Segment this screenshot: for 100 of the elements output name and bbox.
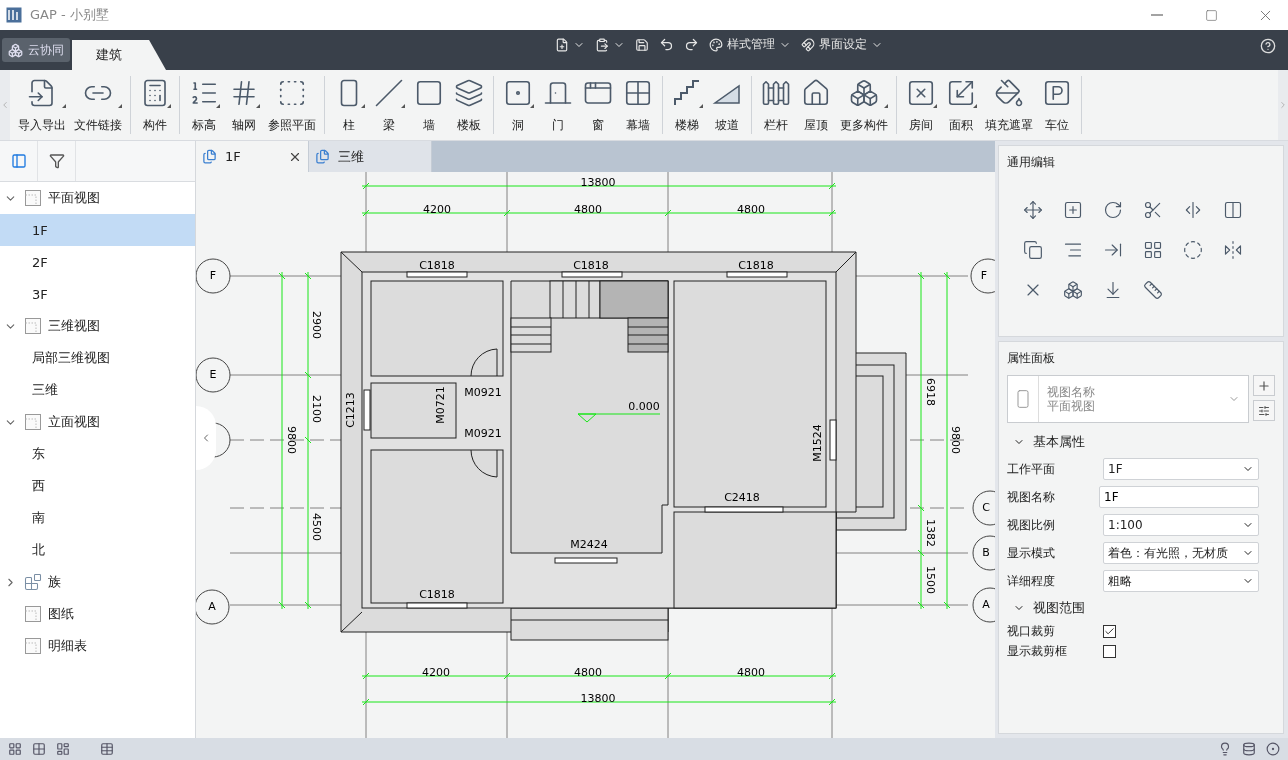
maximize-icon (1204, 8, 1218, 22)
input-field[interactable]: 1F (1099, 486, 1259, 508)
element-tag: C1818 (573, 259, 609, 272)
ribbon-tool-button[interactable]: 更多构件 (836, 76, 892, 134)
dimension-text: 4200 (423, 203, 451, 216)
select-field[interactable]: 着色：有光照，无材质 (1103, 542, 1259, 564)
save-icon (635, 37, 649, 52)
view-icon (24, 189, 42, 207)
ribbon-tool-button[interactable]: 构件 (135, 76, 175, 134)
axis-bubble (972, 587, 995, 623)
paint-bucket-icon (994, 78, 1024, 108)
tree-item[interactable]: 平面视图 (0, 182, 195, 214)
tree-item[interactable]: 图纸 (0, 598, 195, 630)
ribbon-tool-button[interactable]: 楼梯 (667, 76, 707, 134)
circle-dot-icon[interactable] (1266, 742, 1280, 756)
stairs-icon (672, 78, 702, 108)
ribbon-tool-button[interactable]: 窗 (578, 76, 618, 134)
ribbon-tool-button[interactable]: 楼板 (449, 76, 489, 134)
dimension-text: 9800 (949, 426, 962, 454)
ribbon-tab[interactable]: 建筑 (72, 40, 166, 70)
ribbon-tool-button[interactable]: 门 (538, 76, 578, 134)
sliders-icon (1258, 404, 1270, 417)
dimension-text: 4200 (422, 666, 450, 679)
select-field[interactable]: 1F (1103, 458, 1259, 480)
tree-item[interactable]: 三维 (0, 374, 195, 406)
settings-button[interactable] (1253, 400, 1275, 421)
dimension-text: 4800 (574, 203, 602, 216)
tree-item[interactable]: 1F (0, 214, 195, 246)
ribbon-tool-button[interactable]: 坡道 (707, 76, 747, 134)
menu-button[interactable]: 样式管理 (707, 36, 793, 53)
copy-icon (1023, 240, 1043, 260)
tree-item[interactable]: 3F (0, 278, 195, 310)
cloud-collab-button[interactable]: 云协同 (2, 38, 70, 62)
parking-icon (1042, 78, 1072, 108)
ribbon-tool-button[interactable]: 车位 (1037, 76, 1077, 134)
checkbox[interactable] (1103, 644, 1116, 658)
element-tag: M1524 (811, 424, 824, 462)
tree-item[interactable]: 族 (0, 566, 195, 598)
ribbon-tool-button[interactable]: 栏杆 (756, 76, 796, 134)
section-header[interactable]: 视图范围 (1007, 595, 1091, 621)
minimize-icon (1151, 14, 1163, 16)
ribbon-tool-button[interactable]: 文件链接 (70, 76, 126, 134)
document-tab[interactable]: 三维 (309, 141, 432, 172)
menu-button[interactable]: 界面设定 (799, 36, 885, 53)
undo-icon (659, 37, 674, 52)
element-tag: M0921 (464, 427, 502, 440)
slash-icon (374, 78, 404, 108)
element-tag: M0721 (434, 386, 447, 424)
tree-item[interactable]: 局部三维视图 (0, 342, 195, 374)
magnet-icon (801, 37, 815, 52)
tree-item[interactable]: 立面视图 (0, 406, 195, 438)
ribbon-tool-button[interactable]: 填充遮罩 (981, 76, 1037, 134)
save-button[interactable] (633, 37, 651, 52)
layout-grid-icon[interactable] (8, 742, 22, 756)
lightbulb-icon[interactable] (1218, 742, 1232, 756)
ribbon-tool-button[interactable]: 导入导出 (14, 76, 70, 134)
ribbon-tool-button[interactable]: 洞 (498, 76, 538, 134)
move-icon (1023, 200, 1043, 220)
dimension-text: 2900 (310, 311, 323, 339)
axis-label: F (980, 269, 988, 282)
tree-item[interactable]: 2F (0, 246, 195, 278)
grid-icon (623, 78, 653, 108)
ribbon-tool-button[interactable]: 柱 (329, 76, 369, 134)
axis-label: A (208, 600, 216, 613)
tree-item[interactable]: 南 (0, 502, 195, 534)
files-icon (202, 149, 217, 164)
axis-bubble (972, 490, 995, 526)
ribbon-tool-button[interactable]: 梁 (369, 76, 409, 134)
checkbox[interactable] (1103, 624, 1116, 638)
dashboard-icon[interactable] (56, 742, 70, 756)
tree-item[interactable]: 明细表 (0, 630, 195, 662)
database-icon[interactable] (1242, 742, 1256, 756)
tree-item[interactable]: 北 (0, 534, 195, 566)
fence-icon (761, 78, 791, 108)
tree-item[interactable]: 西 (0, 470, 195, 502)
table-icon[interactable] (100, 742, 114, 756)
ribbon-tool-button[interactable]: 屋顶 (796, 76, 836, 134)
app-logo-icon (6, 7, 22, 23)
drawing-canvas[interactable]: F E A F C B A 13800 4200 4800 4800 4200 4800 4800 13800 2900 2100 9800 4500 6918 9800 1382 1500 C1818 C1818 C1818 C1213 M0921 M0721 M0921 0.000 M1524 C2418 M2424 C1818 (196, 172, 995, 738)
dimension-text: 4800 (574, 666, 602, 679)
grid-icon[interactable] (32, 742, 46, 756)
axis-bubble (970, 258, 995, 294)
boxes-icon (849, 78, 879, 108)
type-selector[interactable]: 视图名称 平面视图 (1007, 375, 1249, 423)
select-field[interactable]: 1:100 (1103, 514, 1259, 536)
select-field[interactable]: 粗略 (1103, 570, 1259, 592)
document-tab[interactable]: 1F (196, 141, 309, 172)
ribbon-tool-button[interactable]: 墙 (409, 76, 449, 134)
ribbon-tool-button[interactable]: 房间 (901, 76, 941, 134)
ribbon-tool-button[interactable]: 参照平面 (264, 76, 320, 134)
tree-item[interactable]: 三维视图 (0, 310, 195, 342)
ribbon-tool-button[interactable]: 面积 (941, 76, 981, 134)
section-header[interactable]: 基本属性 (1007, 429, 1091, 455)
ribbon-tool-button[interactable]: 标高 (184, 76, 224, 134)
house-icon (801, 78, 831, 108)
help-button[interactable] (1260, 38, 1276, 54)
chevron-right-icon (1278, 100, 1288, 110)
ribbon-tool-button[interactable]: 轴网 (224, 76, 264, 134)
tree-item[interactable]: 东 (0, 438, 195, 470)
ribbon-tool-button[interactable]: 幕墙 (618, 76, 658, 134)
